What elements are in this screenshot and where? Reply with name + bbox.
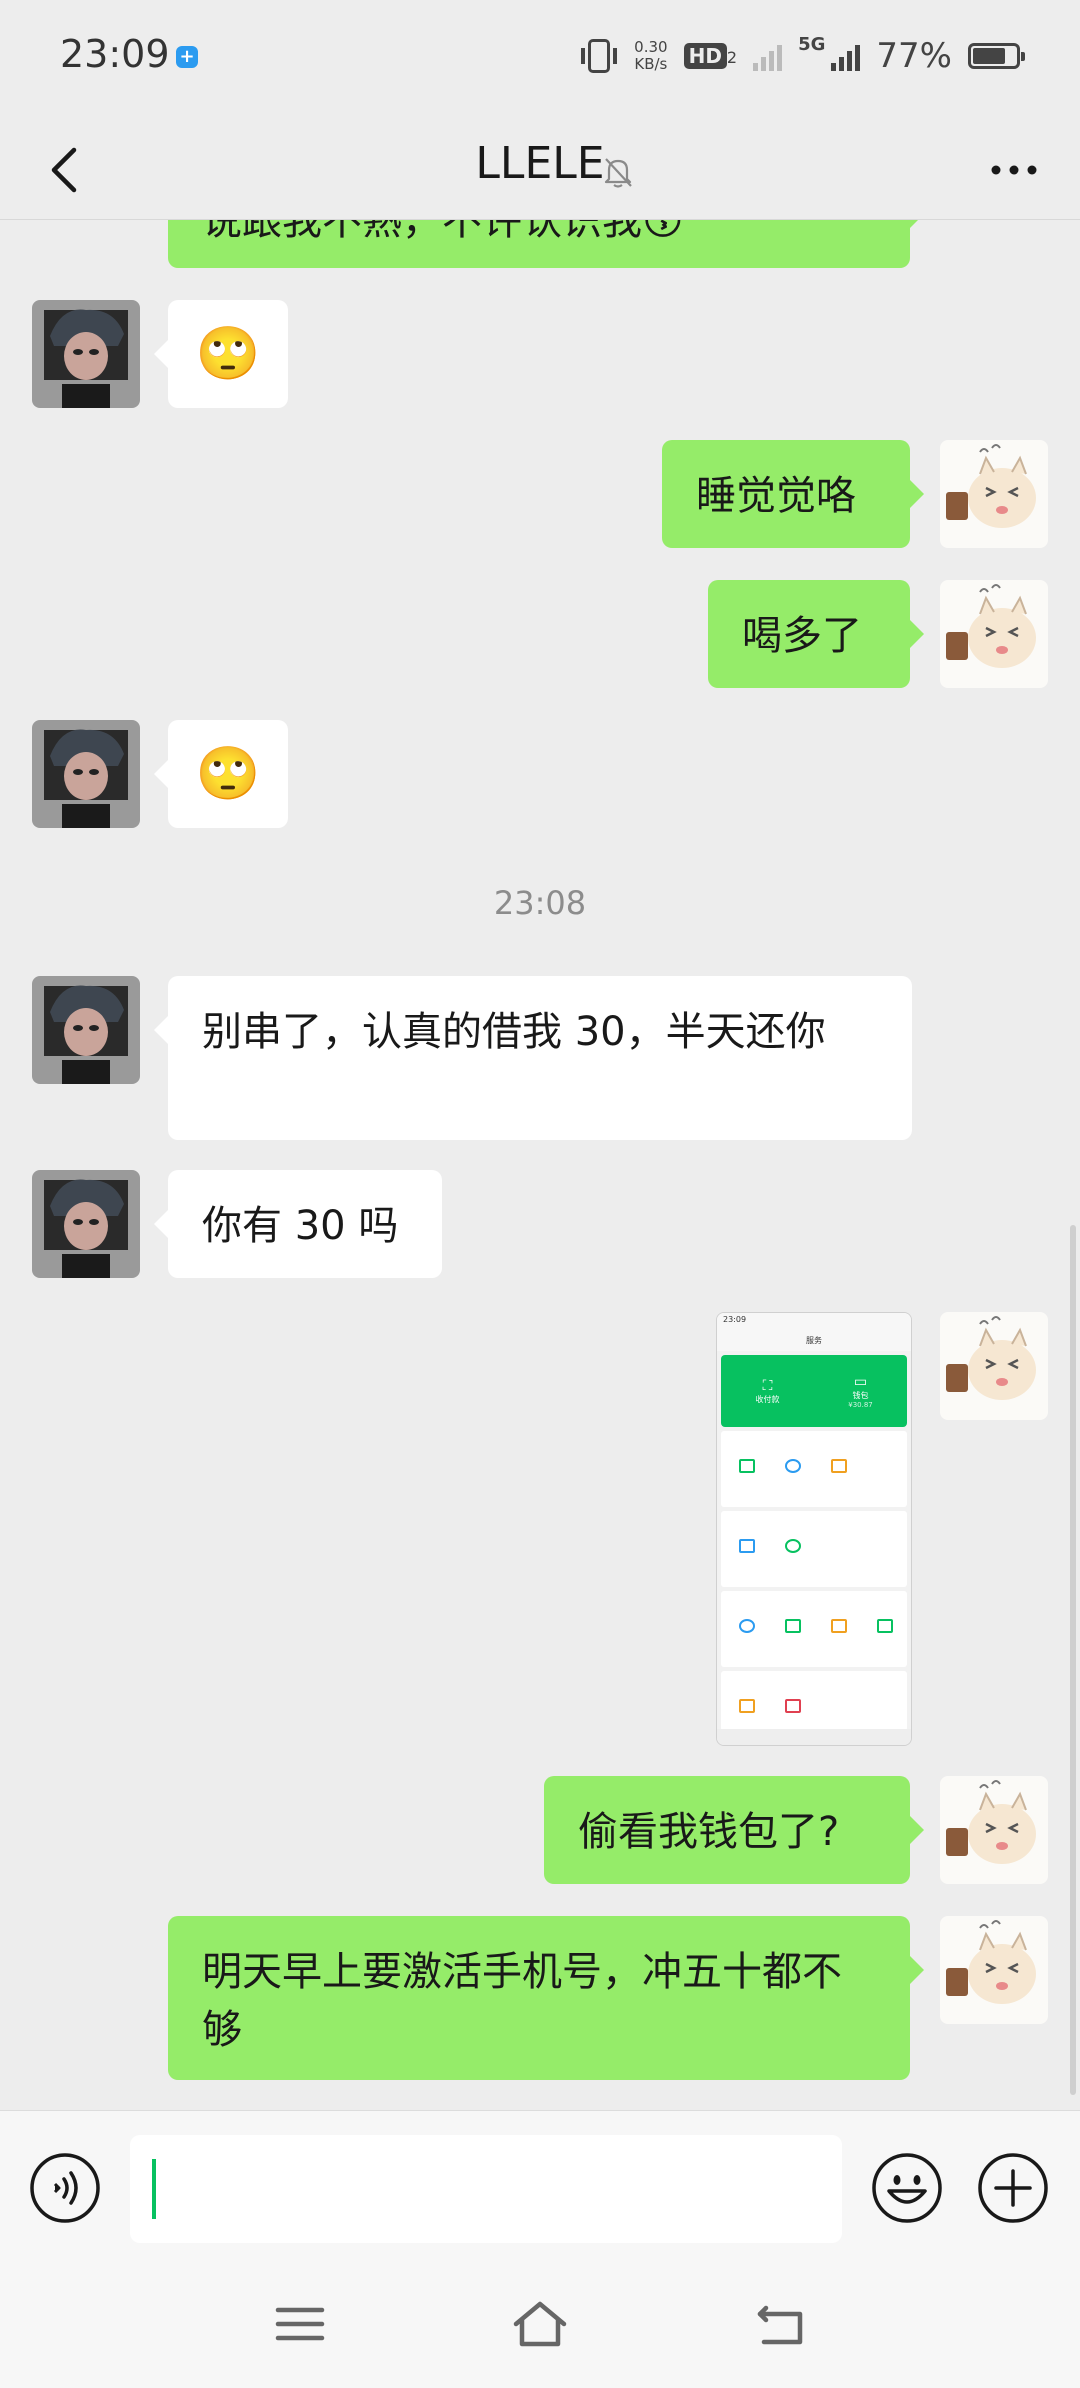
- vibrate-icon: [581, 39, 618, 73]
- message-bubble-incoming[interactable]: 🙄: [154, 720, 288, 828]
- image-message[interactable]: 23:09 服务 ⛶ 收付款 ▭ 钱包 ¥30.87: [716, 1312, 912, 1746]
- message-bubble-incoming[interactable]: 🙄: [154, 300, 288, 408]
- thumb-card: [721, 1671, 907, 1731]
- battery-icon: [968, 43, 1025, 69]
- message-input[interactable]: [130, 2135, 842, 2243]
- network-speed-value: 0.30: [634, 38, 668, 56]
- thumb-card: [721, 1591, 907, 1667]
- contact-avatar[interactable]: [32, 976, 140, 1084]
- system-navigation-bar: [0, 2264, 1080, 2388]
- message-bubble-outgoing[interactable]: 偷看我钱包了?: [544, 1776, 924, 1884]
- thumb-nav: [717, 1729, 911, 1745]
- voice-input-icon[interactable]: [28, 2151, 102, 2225]
- thumb-wallet-panel: ⛶ 收付款 ▭ 钱包 ¥30.87: [721, 1355, 907, 1427]
- plus-icon[interactable]: [976, 2151, 1050, 2225]
- network-speed-unit: KB/s: [634, 55, 668, 73]
- message-bubble-incoming[interactable]: 别串了，认真的借我 30，半天还你: [154, 976, 912, 1140]
- mute-bell-icon: [604, 158, 632, 188]
- message-list[interactable]: 说跟我不熟，不许认识我😗 🙄 睡觉觉咯 喝多了 🙄 23:08 别串了，认真的借…: [0, 220, 1080, 2110]
- input-bar: [0, 2110, 1080, 2264]
- more-options-icon[interactable]: [984, 142, 1044, 198]
- message-bubble-outgoing[interactable]: 睡觉觉咯: [662, 440, 924, 548]
- message-bubble-outgoing[interactable]: 喝多了: [708, 580, 924, 688]
- my-avatar[interactable]: [940, 440, 1048, 548]
- message-bubble-incoming[interactable]: 你有 30 吗: [154, 1170, 442, 1278]
- scrollbar[interactable]: [1070, 1225, 1076, 2095]
- timestamp-divider: 23:08: [493, 884, 587, 922]
- notification-icon: +: [176, 46, 198, 68]
- message-bubble-outgoing[interactable]: 说跟我不熟，不许认识我😗: [168, 220, 924, 268]
- message-bubble-outgoing[interactable]: 明天早上要激活手机号，冲五十都不够: [168, 1916, 924, 2080]
- hd-badge: HD 2: [683, 43, 737, 69]
- emoji-icon[interactable]: [870, 2151, 944, 2225]
- status-indicators: 0.30 KB/s HD 2 5G 77%: [581, 34, 1025, 78]
- network-speed: 0.30 KB/s: [634, 39, 667, 73]
- battery-percent: 77%: [876, 36, 952, 76]
- contact-avatar[interactable]: [32, 1170, 140, 1278]
- back-icon[interactable]: [750, 2294, 810, 2354]
- my-avatar[interactable]: [940, 580, 1048, 688]
- chat-title: LLELE: [475, 138, 605, 189]
- status-bar: 23:09 + 0.30 KB/s HD 2 5G 77%: [0, 0, 1080, 120]
- chat-header: LLELE: [0, 120, 1080, 220]
- contact-avatar[interactable]: [32, 720, 140, 828]
- my-avatar[interactable]: [940, 1312, 1048, 1420]
- status-time: 23:09: [60, 32, 170, 76]
- my-avatar[interactable]: [940, 1916, 1048, 2024]
- signal-icon-sim1: [753, 41, 783, 71]
- text-cursor: [152, 2159, 156, 2219]
- my-avatar[interactable]: [940, 1776, 1048, 1884]
- contact-avatar[interactable]: [32, 300, 140, 408]
- thumb-card: [721, 1511, 907, 1587]
- menu-icon[interactable]: [270, 2294, 330, 2354]
- home-icon[interactable]: [510, 2294, 570, 2354]
- signal-icon-sim2: [831, 41, 861, 71]
- network-type: 5G: [798, 34, 826, 55]
- thumb-card: [721, 1431, 907, 1507]
- thumb-header: 23:09 服务: [717, 1313, 911, 1351]
